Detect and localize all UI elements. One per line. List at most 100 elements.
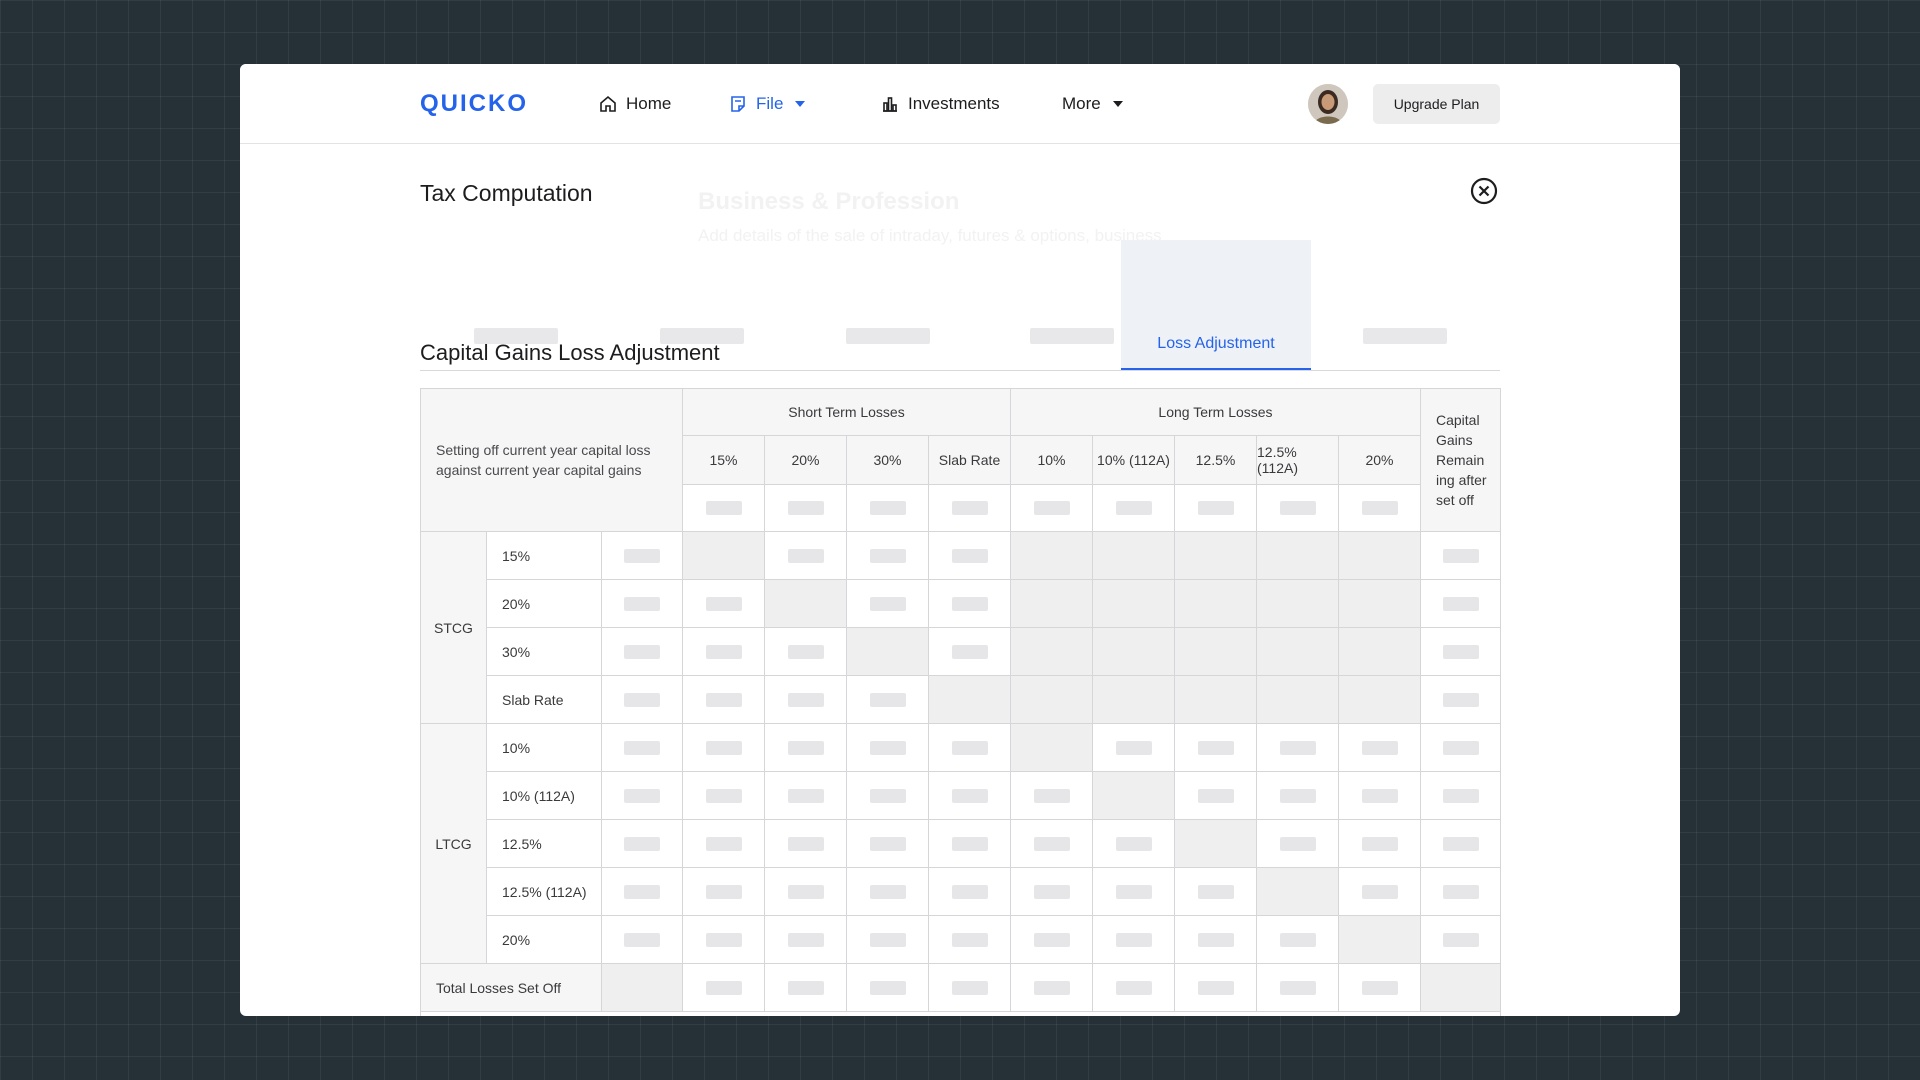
value-placeholder (787, 548, 824, 563)
row-amount-cell[interactable] (602, 868, 683, 916)
set-off-cell[interactable] (683, 724, 765, 772)
close-button[interactable] (1470, 177, 1498, 205)
nav-investments[interactable]: Investments (880, 92, 1000, 116)
set-off-cell[interactable] (683, 820, 765, 868)
value-placeholder (1115, 836, 1152, 851)
upgrade-plan-button[interactable]: Upgrade Plan (1373, 84, 1500, 124)
value-placeholder (951, 740, 988, 755)
set-off-cell[interactable] (1339, 724, 1421, 772)
value-placeholder (1033, 788, 1070, 803)
set-off-cell[interactable] (1093, 820, 1175, 868)
nav-more[interactable]: More (1062, 92, 1131, 116)
set-off-cell[interactable] (683, 580, 765, 628)
set-off-cell[interactable] (929, 580, 1011, 628)
row-rate-label-label: 12.5% (502, 835, 542, 852)
value-placeholder (624, 644, 660, 659)
set-off-cell[interactable] (1339, 820, 1421, 868)
row-amount-cell[interactable] (602, 916, 683, 964)
set-off-cell[interactable] (1257, 916, 1339, 964)
group-label-stcg-label: STCG (434, 619, 473, 636)
row-amount-cell[interactable] (602, 772, 683, 820)
set-off-cell[interactable] (765, 628, 847, 676)
set-off-cell[interactable] (1339, 772, 1421, 820)
set-off-cell[interactable] (1011, 868, 1093, 916)
set-off-cell[interactable] (929, 916, 1011, 964)
set-off-cell[interactable] (847, 820, 929, 868)
value-placeholder (705, 980, 742, 995)
set-off-cell[interactable] (929, 772, 1011, 820)
tab-loss-adjustment[interactable]: Loss Adjustment (1121, 240, 1311, 370)
row-rate-label-label: 12.5% (112A) (502, 883, 587, 900)
set-off-cell[interactable] (847, 580, 929, 628)
total-set-off-cell (1339, 964, 1421, 1012)
row-rate-label: 12.5% (487, 820, 602, 868)
nav-file[interactable]: File (728, 92, 813, 116)
row-amount-cell[interactable] (602, 532, 683, 580)
set-off-cell[interactable] (765, 868, 847, 916)
nav-home[interactable]: Home (598, 92, 671, 116)
value-placeholder (1279, 740, 1316, 755)
set-off-cell[interactable] (1257, 724, 1339, 772)
set-off-cell[interactable] (1339, 868, 1421, 916)
set-off-cell[interactable] (847, 916, 929, 964)
set-off-cell[interactable] (765, 820, 847, 868)
section-title: Capital Gains Loss Adjustment (420, 340, 720, 365)
set-off-cell[interactable] (1257, 820, 1339, 868)
rate-column-header: 30% (847, 436, 929, 485)
tab-label-placeholder (1363, 328, 1447, 344)
set-off-cell[interactable] (847, 532, 929, 580)
quicko-logo[interactable]: QUICKO (420, 90, 528, 118)
set-off-cell[interactable] (1011, 772, 1093, 820)
set-off-cell[interactable] (765, 724, 847, 772)
set-off-cell[interactable] (765, 676, 847, 724)
set-off-cell[interactable] (1175, 724, 1257, 772)
row-rate-label: 30% (487, 628, 602, 676)
long-term-losses-header-label: Long Term Losses (1158, 404, 1273, 420)
row-amount-cell[interactable] (602, 724, 683, 772)
row-amount-cell[interactable] (602, 676, 683, 724)
rate-total-cell (1175, 485, 1257, 532)
set-off-cell[interactable] (1093, 724, 1175, 772)
set-off-cell[interactable] (847, 772, 929, 820)
set-off-cell[interactable] (1011, 916, 1093, 964)
set-off-cell[interactable] (1011, 820, 1093, 868)
set-off-cell[interactable] (929, 532, 1011, 580)
set-off-cell[interactable] (929, 820, 1011, 868)
tab-3[interactable] (798, 240, 978, 370)
rate-column-header: 15% (683, 436, 765, 485)
set-off-cell[interactable] (847, 868, 929, 916)
rate-column-header-label: 15% (709, 452, 738, 468)
remaining-cell (1421, 724, 1501, 772)
set-off-cell[interactable] (929, 724, 1011, 772)
set-off-cell[interactable] (1175, 916, 1257, 964)
set-off-cell[interactable] (683, 628, 765, 676)
user-avatar[interactable] (1308, 84, 1348, 124)
group-label-stcg: STCG (421, 532, 487, 724)
set-off-cell[interactable] (1257, 772, 1339, 820)
set-off-cell[interactable] (1093, 916, 1175, 964)
set-off-cell[interactable] (683, 676, 765, 724)
set-off-cell[interactable] (1093, 868, 1175, 916)
set-off-cell[interactable] (847, 676, 929, 724)
value-placeholder (1442, 836, 1479, 851)
value-placeholder (951, 788, 988, 803)
set-off-cell[interactable] (929, 628, 1011, 676)
set-off-cell[interactable] (929, 868, 1011, 916)
set-off-cell[interactable] (683, 772, 765, 820)
set-off-cell[interactable] (765, 916, 847, 964)
row-amount-cell[interactable] (602, 580, 683, 628)
row-amount-cell[interactable] (602, 628, 683, 676)
row-amount-cell[interactable] (602, 820, 683, 868)
set-off-cell[interactable] (683, 916, 765, 964)
set-off-cell (1175, 820, 1257, 868)
set-off-cell[interactable] (765, 532, 847, 580)
value-placeholder (1279, 836, 1316, 851)
set-off-cell[interactable] (847, 724, 929, 772)
set-off-cell[interactable] (765, 772, 847, 820)
set-off-cell[interactable] (1175, 772, 1257, 820)
total-set-off-cell (929, 964, 1011, 1012)
top-navigation: QUICKO Home File Investments More Upgrad… (240, 64, 1680, 144)
set-off-cell[interactable] (1175, 868, 1257, 916)
set-off-cell[interactable] (683, 868, 765, 916)
tab-6[interactable] (1310, 240, 1500, 370)
